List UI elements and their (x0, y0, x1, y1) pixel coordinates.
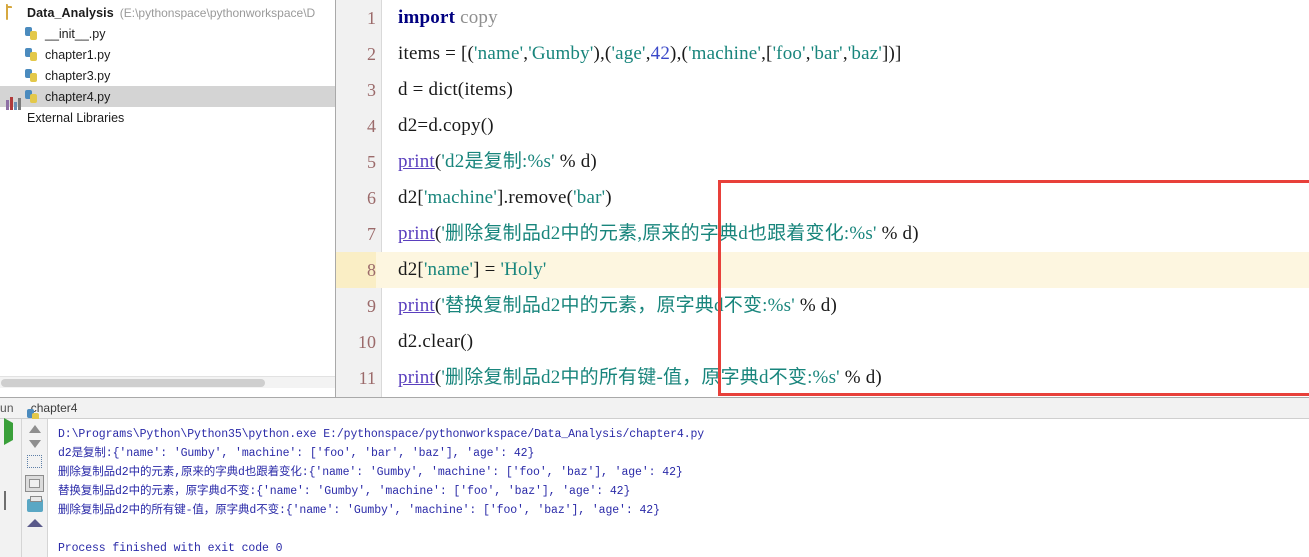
arrow-down-icon[interactable] (28, 440, 41, 448)
export-icon[interactable] (26, 519, 43, 527)
code-line[interactable]: 3 d = dict(items) (336, 72, 1309, 108)
console-line: 删除复制品d2中的元素,原来的字典d也跟着变化:{'name': 'Gumby'… (58, 466, 683, 479)
soft-wrap-icon[interactable] (27, 455, 42, 468)
code-line[interactable]: 11 print('删除复制品d2中的所有键-值，原字典d不变:%s' % d) (336, 360, 1309, 396)
project-root-label: Data_Analysis (27, 5, 114, 20)
run-icon[interactable] (3, 418, 18, 445)
code-line[interactable]: 2 items = [('name','Gumby'),('age',42),(… (336, 36, 1309, 72)
line-content: d2['machine'].remove('bar') (398, 187, 612, 208)
code-line[interactable]: 1 import copy (336, 0, 1309, 36)
tree-row-file-chapter1[interactable]: chapter1.py (0, 44, 335, 65)
code-line[interactable]: 9 print('替换复制品d2中的元素，原字典d不变:%s' % d) (336, 288, 1309, 324)
file-label: chapter3.py (45, 68, 111, 83)
line-number: 1 (367, 8, 376, 28)
line-content: d2=d.copy() (398, 115, 494, 136)
tree-row-file-init[interactable]: __init__.py (0, 23, 335, 44)
python-file-icon (24, 26, 40, 42)
run-control-bar[interactable] (0, 418, 22, 557)
scroll-to-end-icon[interactable] (25, 475, 44, 492)
python-file-icon (24, 89, 40, 105)
python-file-icon (24, 47, 40, 63)
print-icon[interactable] (26, 496, 43, 512)
line-content: print('删除复制品d2中的元素,原来的字典d也跟着变化:%s' % d) (398, 223, 919, 244)
line-number: 2 (367, 44, 376, 64)
profile-icon[interactable] (4, 515, 18, 529)
external-libraries-label: External Libraries (27, 110, 125, 125)
project-root-path: (E:\pythonspace\pythonworkspace\D (119, 5, 316, 20)
project-tool-window[interactable]: Data_Analysis (E:\pythonspace\pythonwork… (0, 0, 336, 397)
line-number: 5 (367, 152, 376, 172)
console-icon[interactable] (3, 491, 18, 510)
pause-icon[interactable] (4, 469, 18, 483)
line-content: print('替换复制品d2中的元素，原字典d不变:%s' % d) (398, 295, 838, 316)
code-line[interactable]: 6 d2['machine'].remove('bar') (336, 180, 1309, 216)
console-line: D:\Programs\Python\Python35\python.exe E… (58, 428, 705, 441)
line-number: 10 (358, 332, 376, 352)
line-number: 4 (367, 116, 376, 136)
tree-row-external-libraries[interactable]: External Libraries (0, 96, 335, 128)
console-line-exit-status: Process finished with exit code 0 (58, 542, 283, 555)
run-tool-window: un chapter4 D:\Programs\Python\Python35\… (0, 397, 1309, 557)
line-content: d2.clear() (398, 331, 474, 352)
arrow-up-icon[interactable] (28, 425, 41, 433)
line-number: 7 (367, 224, 376, 244)
code-line[interactable]: 5 print('d2是复制:%s' % d) (336, 144, 1309, 180)
run-body: D:\Programs\Python\Python35\python.exe E… (0, 418, 1309, 557)
editor-code-area[interactable]: 1 import copy 2 items = [('name','Gumby'… (336, 0, 1309, 397)
tree-row-file-chapter4[interactable]: chapter4.py (0, 86, 335, 107)
python-file-icon (24, 68, 40, 84)
stop-icon[interactable] (4, 446, 18, 460)
code-line[interactable]: 7 print('删除复制品d2中的元素,原来的字典d也跟着变化:%s' % d… (336, 216, 1309, 252)
line-number: 3 (367, 80, 376, 100)
run-tab-chapter4[interactable]: chapter4 (18, 398, 86, 422)
project-panel-horizontal-scrollbar[interactable] (0, 376, 335, 388)
line-content: items = [('name','Gumby'),('age',42),('m… (398, 43, 902, 64)
console-output[interactable]: D:\Programs\Python\Python35\python.exe E… (48, 419, 1309, 557)
code-line[interactable]: 10 d2.clear() (336, 324, 1309, 360)
line-number: 6 (367, 188, 376, 208)
console-line: 删除复制品d2中的所有键-值，原字典d不变:{'name': 'Gumby', … (58, 504, 660, 517)
line-number: 11 (358, 368, 376, 388)
folder-icon (6, 3, 22, 21)
top-region: Data_Analysis (E:\pythonspace\pythonwork… (0, 0, 1309, 397)
line-content: d2['name'] = 'Holy' (398, 259, 547, 280)
tree-row-project-root[interactable]: Data_Analysis (E:\pythonspace\pythonwork… (0, 2, 335, 23)
run-tool-label: un (0, 401, 14, 415)
run-tab-bar[interactable]: un chapter4 (0, 398, 1309, 422)
line-content: print('删除复制品d2中的所有键-值，原字典d不变:%s' % d) (398, 367, 882, 388)
tree-row-file-chapter3[interactable]: chapter3.py (0, 65, 335, 86)
console-line: d2是复制:{'name': 'Gumby', 'machine': ['foo… (58, 447, 535, 460)
pycharm-window: Data_Analysis (E:\pythonspace\pythonwork… (0, 0, 1309, 557)
run-side-toolbar[interactable] (22, 419, 48, 557)
line-number: 9 (367, 296, 376, 316)
file-label: __init__.py (45, 26, 106, 41)
project-tree[interactable]: Data_Analysis (E:\pythonspace\pythonwork… (0, 0, 335, 128)
console-line: 替换复制品d2中的元素，原字典d不变:{'name': 'Gumby', 'ma… (58, 485, 631, 498)
line-content: print('d2是复制:%s' % d) (398, 151, 597, 172)
code-line[interactable]: 4 d2=d.copy() (336, 108, 1309, 144)
line-content: d = dict(items) (398, 79, 514, 100)
code-line-highlighted[interactable]: 8 d2['name'] = 'Holy' (336, 252, 1309, 288)
line-number: 8 (336, 252, 376, 288)
file-label: chapter1.py (45, 47, 111, 62)
libraries-icon (6, 96, 22, 126)
file-label: chapter4.py (45, 89, 111, 104)
code-editor[interactable]: 1 import copy 2 items = [('name','Gumby'… (336, 0, 1309, 397)
line-content: import copy (398, 7, 498, 28)
scrollbar-thumb[interactable] (1, 379, 265, 387)
